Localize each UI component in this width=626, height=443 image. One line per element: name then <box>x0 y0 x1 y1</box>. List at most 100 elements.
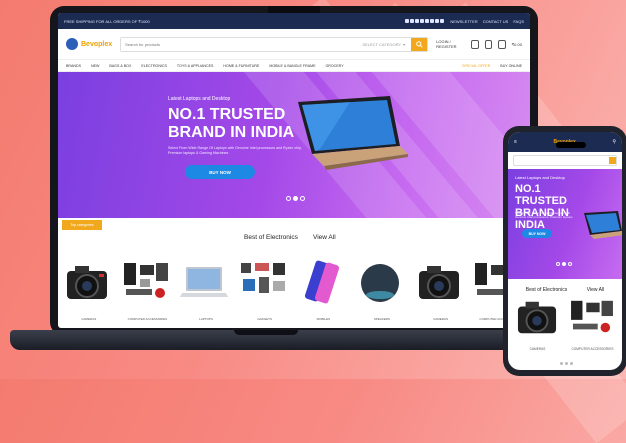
mobile-icon <box>304 260 339 304</box>
nav-item-brands[interactable]: BRANDS <box>66 64 81 68</box>
cart-icon[interactable] <box>498 39 506 49</box>
social-icons <box>405 18 445 24</box>
nav-item-bags[interactable]: BAGS & BOX <box>109 64 131 68</box>
product-card-camera[interactable]: CAMERAS <box>61 257 117 321</box>
phone-product-card-accessories[interactable]: COMPUTER ACCESSORIES <box>567 297 618 351</box>
phone-search-bar[interactable] <box>513 155 617 166</box>
facebook-icon[interactable] <box>405 18 410 23</box>
phone-screen: ≡ Bevoplex ⚲ Latest Laptops and Desktop … <box>508 132 622 370</box>
product-label: MOBILES <box>316 317 330 321</box>
phone-dynamic-island <box>556 142 586 148</box>
whatsapp-icon[interactable] <box>435 18 440 23</box>
main-nav: BRANDS NEW BAGS & BOX ELECTRONICS TOYS &… <box>58 59 530 72</box>
phone-product-card-camera[interactable]: CAMERAS <box>512 297 563 351</box>
search-icon <box>415 40 423 48</box>
product-label: LAPTOPS <box>199 317 213 321</box>
hero-banner: Latest Laptops and Desktop NO.1 TRUSTED … <box>58 72 530 218</box>
nav-item-mobile[interactable]: MOBILE & BANGLE FRAME <box>269 64 315 68</box>
nav-item-electronics[interactable]: ELECTRONICS <box>141 64 167 68</box>
phone-view-all-link[interactable]: View All <box>587 287 604 293</box>
twitter-icon[interactable] <box>410 18 415 23</box>
product-card-speaker[interactable]: SPEAKERS <box>354 257 410 321</box>
carousel-dot[interactable] <box>300 196 305 201</box>
camera-icon <box>67 266 107 299</box>
nav-item-toys[interactable]: TOYS & APPLIANCES <box>177 64 214 68</box>
linkedin-icon[interactable] <box>420 18 425 23</box>
product-card-computer-accessories[interactable]: COMPUTER ACCESSORIES <box>119 257 176 321</box>
newsletter-link[interactable]: NEWSLETTER <box>450 19 477 24</box>
youtube-icon[interactable] <box>425 18 430 23</box>
camera-icon <box>418 266 459 299</box>
nav-special-offer[interactable]: SPECIAL OFFER <box>462 64 490 68</box>
nav-buy-online[interactable]: BUY ONLINE <box>500 64 522 68</box>
phone-laptop-image <box>584 211 622 239</box>
menu-icon[interactable]: ≡ <box>514 139 517 145</box>
site-header: Bevoplex SELECT CATEGORY▾ LOGIN / REGIST… <box>58 29 530 59</box>
accessories-icon <box>571 300 613 333</box>
category-select-label: SELECT CATEGORY <box>362 41 402 47</box>
faq-link[interactable]: FAQS <box>513 19 524 24</box>
cart-total[interactable]: ₹0.00 <box>512 42 522 47</box>
phone-cart-icon[interactable]: ⚲ <box>612 139 616 145</box>
account-link[interactable]: LOGIN / REGISTER <box>436 39 465 49</box>
laptop-base-notch <box>234 330 298 335</box>
chevron-down-icon: ▾ <box>403 41 406 47</box>
accessories-icon <box>123 263 168 298</box>
carousel-dot[interactable] <box>556 262 560 266</box>
phone-hero-subtitle: Latest Laptops and Desktop <box>515 175 565 180</box>
carousel-dot-active[interactable] <box>293 196 298 201</box>
phone-search-button[interactable] <box>609 157 616 164</box>
hero-subtitle: Latest Laptops and Desktop <box>168 96 231 102</box>
product-card-laptop[interactable]: LAPTOPS <box>178 257 234 321</box>
carousel-dot[interactable] <box>568 262 572 266</box>
phone-buy-now-button[interactable]: BUY NOW <box>522 229 552 238</box>
top-bar: FREE SHIPPING FOR ALL ORDERS OF ₹1000 NE… <box>58 13 530 29</box>
carousel-dot[interactable] <box>286 196 291 201</box>
product-card-gadgets[interactable]: GADGETS <box>236 257 293 321</box>
product-label: SPEAKERS <box>373 317 391 321</box>
phone-section-title: Best of Electronics <box>525 287 568 293</box>
nav-item-new[interactable]: NEW <box>91 64 99 68</box>
laptop-icon <box>180 267 229 297</box>
carousel-dots <box>286 196 305 201</box>
view-all-link[interactable]: View All <box>313 234 336 241</box>
search-button[interactable] <box>411 37 428 51</box>
product-card-camera-2[interactable]: CAMERAS <box>412 257 469 321</box>
phone-product-label: CAMERAS <box>529 347 546 351</box>
phone-hero-description: Select From Wide Range Of Laptops with G… <box>515 211 573 219</box>
promo-text: FREE SHIPPING FOR ALL ORDERS OF ₹1000 <box>64 18 150 24</box>
pinterest-icon[interactable] <box>415 18 420 23</box>
laptop-product-image <box>298 96 408 170</box>
category-select[interactable]: SELECT CATEGORY ▾ <box>356 42 411 47</box>
heart-icon[interactable] <box>470 39 479 49</box>
search-bar: SELECT CATEGORY▾ <box>120 36 429 52</box>
product-card-mobile[interactable]: MOBILES <box>295 257 352 321</box>
product-label: GADGETS <box>257 317 273 321</box>
product-label: CAMERAS <box>433 317 448 321</box>
top-categories-button[interactable]: Top categories <box>62 220 102 230</box>
electronics-section: Top categories Best of Electronics View … <box>58 218 530 248</box>
contact-link[interactable]: CONTACT US <box>483 19 509 24</box>
laptop-mockup: FREE SHIPPING FOR ALL ORDERS OF ₹1000 NE… <box>50 6 538 336</box>
camera-icon <box>517 301 557 334</box>
telegram-icon[interactable] <box>440 18 445 23</box>
product-label: CAMERAS <box>81 317 97 321</box>
product-row: CAMERAS COMPUTER ACCESSORIES LAPTOPS GAD… <box>58 257 530 321</box>
phone-product-label: COMPUTER ACCESSORIES <box>571 347 614 351</box>
phone-pagination-dots <box>560 362 573 365</box>
carousel-dot-active[interactable] <box>562 262 566 266</box>
laptop-base <box>10 330 522 350</box>
search-input[interactable] <box>121 37 357 51</box>
logo-cart-icon <box>66 38 78 50</box>
instagram-icon[interactable] <box>430 18 435 23</box>
product-label: COMPUTER ACCESSORIES <box>127 317 168 321</box>
nav-item-home[interactable]: HOME & FURNITURE <box>223 64 259 68</box>
compare-icon[interactable] <box>484 39 493 49</box>
nav-item-grocery[interactable]: GROCERY <box>326 64 344 68</box>
logo-text: Bevoplex <box>81 40 113 48</box>
phone-mockup: ≡ Bevoplex ⚲ Latest Laptops and Desktop … <box>503 126 626 376</box>
phone-section-header: Best of Electronics View All <box>508 279 622 297</box>
buy-now-button[interactable]: BUY NOW <box>185 165 255 179</box>
site-logo[interactable]: Bevoplex <box>66 38 112 50</box>
phone-hero-banner: Latest Laptops and Desktop NO.1 TRUSTED … <box>508 169 622 279</box>
